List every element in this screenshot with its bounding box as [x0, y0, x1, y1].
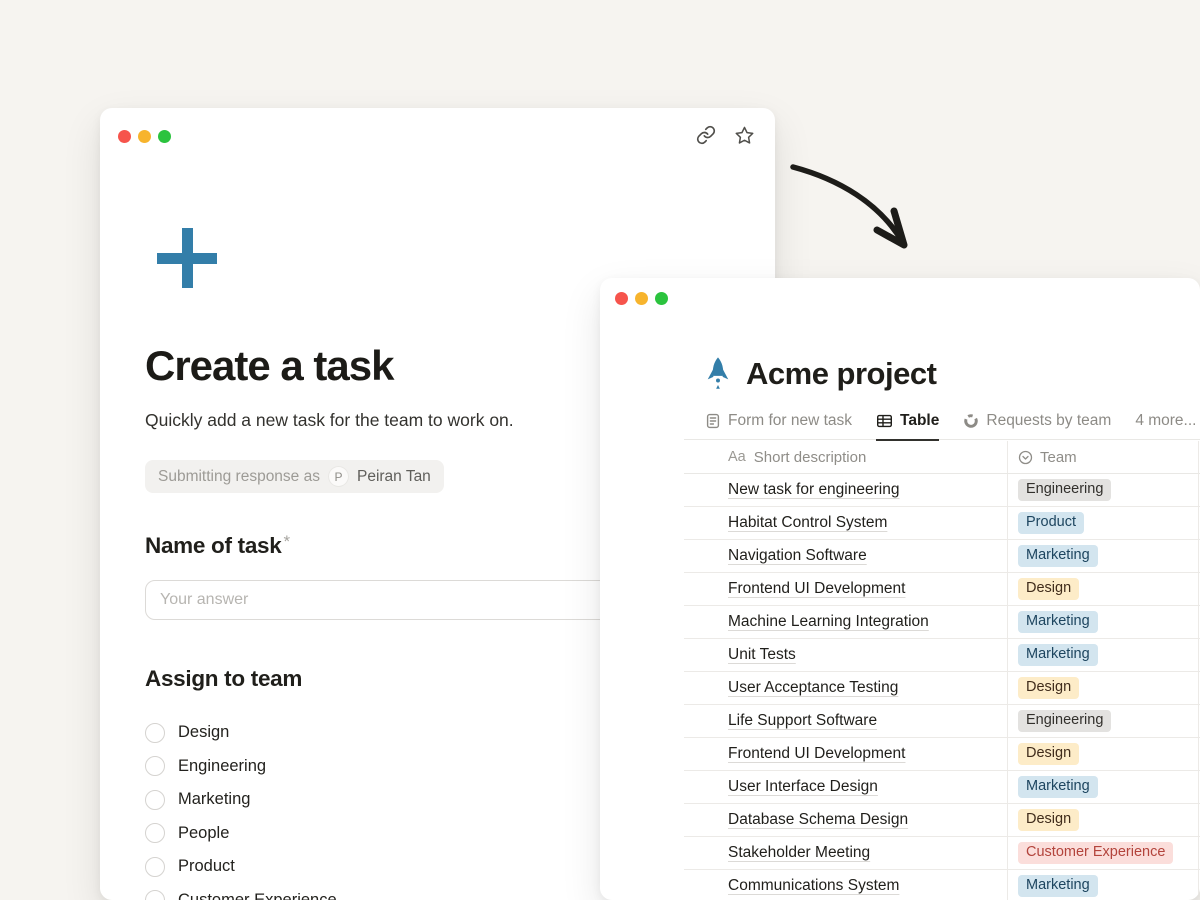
select-type-icon	[1018, 450, 1033, 465]
submitting-as-label: Submitting response as	[158, 468, 320, 486]
table-row[interactable]: Stakeholder Meeting Customer Experience	[684, 837, 1200, 870]
radio-icon[interactable]	[145, 857, 165, 877]
task-description[interactable]: Database Schema Design	[728, 811, 908, 829]
task-description[interactable]: Machine Learning Integration	[728, 613, 929, 631]
table-row[interactable]: Habitat Control System Product	[684, 507, 1200, 540]
close-button[interactable]	[118, 130, 131, 143]
acme-project-window: Acme project Form for new task Table	[600, 278, 1200, 900]
table-row[interactable]: Navigation Software Marketing	[684, 540, 1200, 573]
team-badge[interactable]: Engineering	[1018, 710, 1111, 732]
tab-table[interactable]: Table	[876, 412, 939, 441]
column-header-short-description[interactable]: Aa Short description	[684, 449, 1007, 466]
plus-page-icon	[157, 228, 217, 288]
team-badge[interactable]: Marketing	[1018, 875, 1098, 897]
submitting-user-name: Peiran Tan	[357, 468, 431, 486]
team-option-design[interactable]: Design	[145, 716, 337, 750]
tab-more[interactable]: 4 more...	[1135, 412, 1196, 441]
zoom-button[interactable]	[158, 130, 171, 143]
team-badge[interactable]: Product	[1018, 512, 1084, 534]
task-description[interactable]: User Acceptance Testing	[728, 679, 898, 697]
team-option-marketing[interactable]: Marketing	[145, 783, 337, 817]
table-icon	[876, 413, 893, 429]
tab-requests-by-team[interactable]: Requests by team	[963, 412, 1111, 441]
rocket-icon	[704, 356, 732, 392]
tab-form-for-new-task[interactable]: Form for new task	[705, 412, 852, 441]
team-badge[interactable]: Marketing	[1018, 776, 1098, 798]
form-subtitle: Quickly add a new task for the team to w…	[145, 410, 514, 431]
team-option-customer-experience[interactable]: Customer Experience	[145, 884, 337, 900]
table-row[interactable]: Frontend UI Development Design	[684, 573, 1200, 606]
team-badge[interactable]: Design	[1018, 743, 1079, 765]
table-row[interactable]: Life Support Software Engineering	[684, 705, 1200, 738]
team-badge[interactable]: Customer Experience	[1018, 842, 1173, 864]
form-icon	[705, 413, 721, 429]
table-header-row: Aa Short description Team	[684, 441, 1200, 474]
team-badge[interactable]: Marketing	[1018, 545, 1098, 567]
column-header-team[interactable]: Team	[1007, 441, 1200, 473]
window-controls	[118, 130, 171, 143]
table-row[interactable]: User Acceptance Testing Design	[684, 672, 1200, 705]
zoom-button[interactable]	[655, 292, 668, 305]
team-option-engineering[interactable]: Engineering	[145, 750, 337, 784]
table-row[interactable]: Database Schema Design Design	[684, 804, 1200, 837]
minimize-button[interactable]	[635, 292, 648, 305]
link-icon[interactable]	[695, 124, 717, 146]
task-description[interactable]: Frontend UI Development	[728, 745, 905, 763]
task-description[interactable]: Life Support Software	[728, 712, 877, 730]
team-badge[interactable]: Design	[1018, 677, 1079, 699]
table-row[interactable]: Communications System Marketing	[684, 870, 1200, 900]
assign-to-team-label: Assign to team	[145, 666, 302, 692]
team-badge[interactable]: Design	[1018, 578, 1079, 600]
team-badge[interactable]: Marketing	[1018, 611, 1098, 633]
close-button[interactable]	[615, 292, 628, 305]
team-badge[interactable]: Engineering	[1018, 479, 1111, 501]
radio-icon[interactable]	[145, 723, 165, 743]
task-description[interactable]: Habitat Control System	[728, 514, 887, 532]
task-description[interactable]: Unit Tests	[728, 646, 796, 664]
table-row[interactable]: Frontend UI Development Design	[684, 738, 1200, 771]
minimize-button[interactable]	[138, 130, 151, 143]
team-badge[interactable]: Marketing	[1018, 644, 1098, 666]
table-row[interactable]: Machine Learning Integration Marketing	[684, 606, 1200, 639]
team-option-people[interactable]: People	[145, 817, 337, 851]
task-description[interactable]: Communications System	[728, 877, 899, 895]
task-description[interactable]: Stakeholder Meeting	[728, 844, 870, 862]
radio-icon[interactable]	[145, 823, 165, 843]
task-description[interactable]: Frontend UI Development	[728, 580, 905, 598]
submitting-as-pill: Submitting response as P Peiran Tan	[145, 460, 444, 493]
form-title: Create a task	[145, 342, 394, 390]
radio-icon[interactable]	[145, 756, 165, 776]
name-of-task-label: Name of task*	[145, 532, 290, 559]
required-asterisk: *	[283, 532, 289, 551]
team-options-list: Design Engineering Marketing People Prod…	[145, 716, 337, 900]
page-title: Acme project	[746, 356, 936, 392]
team-badge[interactable]: Design	[1018, 809, 1079, 831]
team-option-product[interactable]: Product	[145, 850, 337, 884]
text-type-icon: Aa	[728, 449, 746, 465]
pie-chart-icon	[963, 413, 979, 429]
window-controls	[615, 292, 668, 305]
task-description[interactable]: User Interface Design	[728, 778, 878, 796]
avatar: P	[328, 466, 349, 487]
table-row[interactable]: Unit Tests Marketing	[684, 639, 1200, 672]
task-description[interactable]: Navigation Software	[728, 547, 867, 565]
radio-icon[interactable]	[145, 790, 165, 810]
view-tabs: Form for new task Table Requests by team…	[684, 402, 1200, 440]
tasks-table: Aa Short description Team New task for e…	[684, 441, 1200, 900]
curved-arrow	[786, 150, 936, 270]
table-row[interactable]: New task for engineering Engineering	[684, 474, 1200, 507]
radio-icon[interactable]	[145, 890, 165, 900]
table-row[interactable]: User Interface Design Marketing	[684, 771, 1200, 804]
task-description[interactable]: New task for engineering	[728, 481, 899, 499]
column-divider	[1198, 441, 1199, 900]
star-icon[interactable]	[733, 124, 755, 146]
